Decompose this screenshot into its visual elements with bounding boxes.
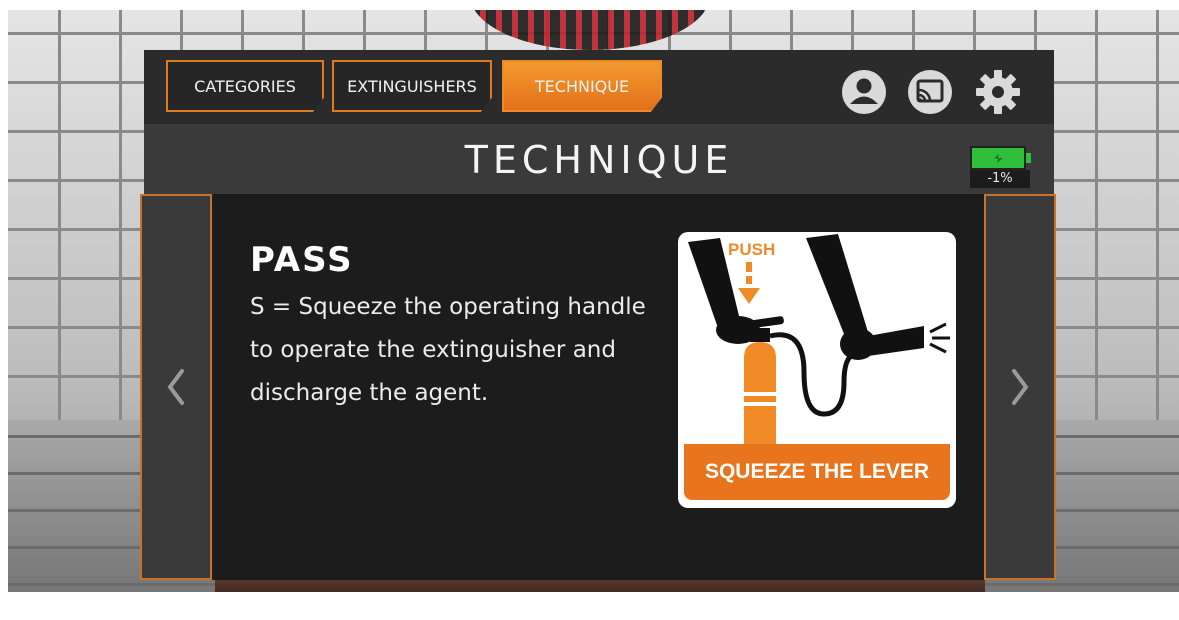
step-heading: PASS — [250, 240, 354, 280]
tab-categories-label: CATEGORIES — [194, 76, 296, 96]
battery-tip — [1026, 153, 1031, 163]
battery-icon — [970, 146, 1026, 170]
charging-bolt-icon — [994, 154, 1003, 163]
cast-icon — [908, 70, 952, 114]
screen-border-top — [0, 0, 1179, 10]
screen-border-bottom — [0, 592, 1179, 620]
illustration-caption-bar: SQUEEZE THE LEVER — [684, 444, 950, 500]
nav-bar: CATEGORIES EXTINGUISHERS TECHNIQUE — [144, 50, 1054, 124]
tab-categories[interactable]: CATEGORIES — [166, 60, 324, 112]
screen-border-left — [0, 0, 8, 620]
previous-button[interactable] — [140, 194, 212, 580]
illustration-card: PUSH SQUEEZE THE LEVER — [678, 232, 956, 508]
title-bar: TECHNIQUE -1% — [144, 124, 1054, 194]
main-panel: CATEGORIES EXTINGUISHERS TECHNIQUE TECHN… — [140, 50, 1056, 580]
chevron-left-icon — [167, 369, 184, 405]
illustration-push-label: PUSH — [728, 240, 776, 259]
cast-button[interactable] — [906, 68, 954, 116]
settings-button[interactable] — [974, 68, 1022, 116]
settings-gear-icon — [976, 70, 1020, 114]
content-area: PASS S = Squeeze the operating handle to… — [214, 194, 984, 580]
chevron-right-icon — [1012, 369, 1029, 405]
battery-percent: -1% — [970, 170, 1030, 188]
step-description: S = Squeeze the operating handle to oper… — [250, 294, 646, 406]
illustration-caption: SQUEEZE THE LEVER — [704, 460, 930, 483]
tab-extinguishers-label: EXTINGUISHERS — [347, 76, 477, 96]
next-button[interactable] — [984, 194, 1056, 580]
extinguisher-illustration — [688, 234, 950, 444]
tab-technique-label: TECHNIQUE — [534, 76, 630, 96]
profile-button[interactable] — [840, 68, 888, 116]
battery-indicator: -1% — [970, 146, 1032, 190]
tab-extinguishers[interactable]: EXTINGUISHERS — [332, 60, 492, 112]
user-profile-icon — [842, 70, 886, 114]
page-title: TECHNIQUE — [464, 138, 734, 182]
tab-technique[interactable]: TECHNIQUE — [502, 60, 662, 112]
